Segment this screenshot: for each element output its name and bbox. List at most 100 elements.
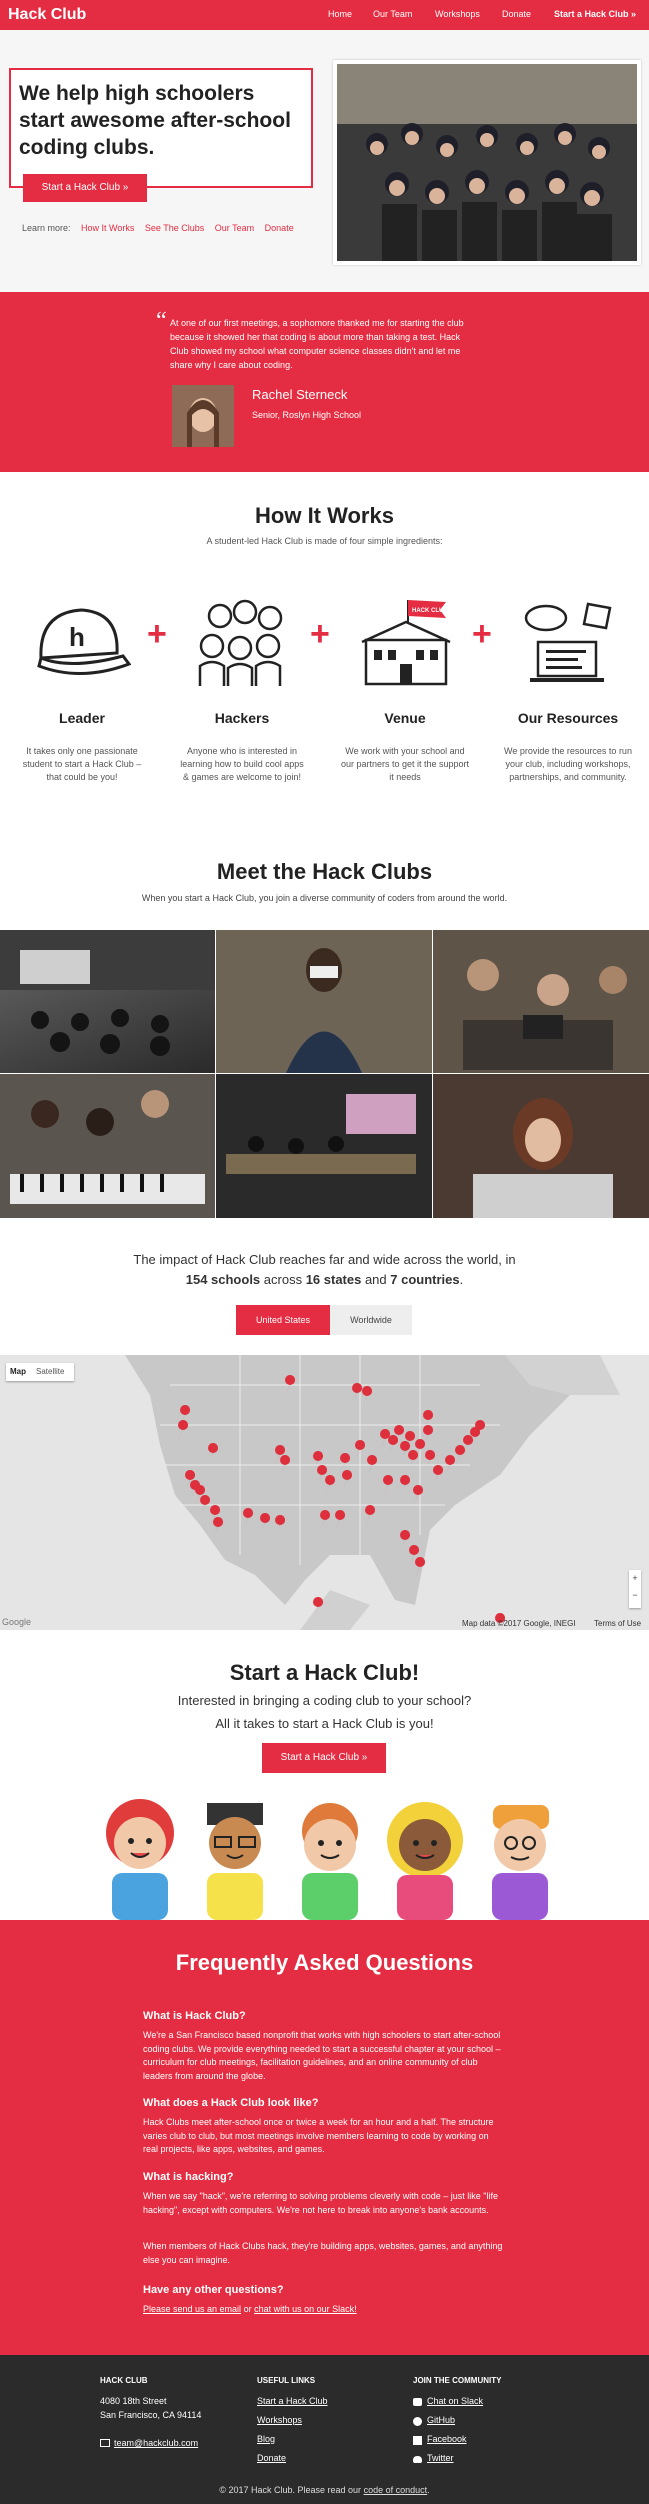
meet-clubs-subtitle: When you start a Hack Club, you join a d… [141,893,508,903]
start-club-line1: Interested in bringing a coding club to … [177,1693,472,1708]
map-tabs: United States Worldwide [236,1305,412,1335]
impact-period: . [459,1272,464,1287]
footer-col3-title: JOIN THE COMMUNITY [413,2376,502,2385]
impact-and: and [361,1272,391,1287]
footer-address2: San Francisco, CA 94114 [100,2410,202,2420]
character-illustrations [95,1795,555,1925]
testimonial-avatar [172,385,234,447]
impact-line2: 154 schools across 16 states and 7 count… [0,1270,649,1290]
nav-link-home[interactable]: Home [328,9,352,19]
footer-link-start[interactable]: Start a Hack Club [257,2396,328,2406]
people-icon [190,598,290,693]
footer-link-slack[interactable]: Chat on Slack [427,2396,483,2406]
impact-text: The impact of Hack Club reaches far and … [0,1250,649,1290]
learn-link-donate[interactable]: Donate [265,223,294,233]
nav-cta-start[interactable]: Start a Hack Club » [554,9,636,19]
laptop-icon [518,598,618,693]
slack-link[interactable]: chat with us on our Slack! [254,2304,357,2314]
nav-link-workshops[interactable]: Workshops [435,9,480,19]
tab-united-states[interactable]: United States [236,1305,330,1335]
how-it-works-subtitle: A student-led Hack Club is made of four … [206,536,443,546]
ingredient-resources-desc: We provide the resources to run your clu… [504,746,632,782]
learn-link-clubs[interactable]: See The Clubs [145,223,204,233]
quote-mark-icon: “ [156,308,167,334]
svg-text:h: h [69,622,85,652]
map-terms-link[interactable]: Terms of Use [594,1619,641,1628]
meet-clubs-title: Meet the Hack Clubs [216,859,433,884]
faq-question: What does a Hack Club look like? [143,2097,319,2109]
start-club-button[interactable]: Start a Hack Club » [262,1743,386,1773]
footer-col2-title: USEFUL LINKS [257,2376,316,2385]
ingredient-hackers-title: Hackers [214,710,270,726]
testimonial-quote: At one of our first meetings, a sophomor… [170,318,464,370]
learn-link-how[interactable]: How It Works [81,223,134,233]
ingredient-leader-desc: It takes only one passionate student to … [22,746,142,782]
faq-question: What is Hack Club? [143,2010,246,2022]
faq-question: What is hacking? [143,2171,234,2183]
impact-countries: 7 countries [390,1272,460,1287]
footer-link-workshops[interactable]: Workshops [257,2415,302,2425]
faq-title: Frequently Asked Questions [175,1950,474,1975]
zoom-in-button[interactable]: + [629,1570,641,1587]
ingredient-hackers-desc: Anyone who is interested in learning how… [180,746,304,782]
copyright-period: . [427,2485,430,2495]
footer-address1: 4080 18th Street [100,2396,167,2406]
google-logo: Google [2,1617,32,1627]
learn-more-label: Learn more: [22,223,71,233]
hero-start-button[interactable]: Start a Hack Club » [23,174,147,202]
cap-icon: h [31,598,132,693]
zoom-out-button[interactable]: − [629,1587,641,1604]
tab-worldwide[interactable]: Worldwide [330,1305,412,1335]
email-link[interactable]: Please send us an email [143,2304,241,2314]
start-club-line2: All it takes to start a Hack Club is you… [215,1716,434,1731]
copyright-text: © 2017 Hack Club. Please read our [219,2485,362,2495]
club-photo [0,930,215,1073]
twitter-icon [413,2456,422,2463]
faq-answer: We're a San Francisco based nonprofit th… [143,2030,501,2081]
slack-icon [413,2398,422,2406]
facebook-icon [413,2436,422,2445]
logo[interactable]: Hack Club [8,6,86,24]
ingredient-venue-title: Venue [384,710,426,726]
mail-icon [100,2439,110,2447]
nav-link-our-team[interactable]: Our Team [373,9,412,19]
map-zoom-control: + − [629,1570,641,1608]
ingredient-resources-title: Our Resources [517,710,619,726]
learn-link-team[interactable]: Our Team [215,223,254,233]
us-map[interactable]: Map Satellite + − Google Map data ©2017 … [0,1355,649,1630]
footer-link-twitter[interactable]: Twitter [427,2453,454,2463]
plus-icon: + [310,615,330,653]
impact-schools: 154 schools [185,1272,261,1287]
footer: HACK CLUB 4080 18th Street San Francisco… [0,2355,649,2504]
nav-link-donate[interactable]: Donate [502,9,531,19]
testimonial-name: Rachel Sterneck [252,387,348,402]
footer-link-facebook[interactable]: Facebook [427,2434,467,2444]
faq-section: Frequently Asked Questions What is Hack … [0,1920,649,2355]
faq-answer: When members of Hack Clubs hack, they're… [143,2241,503,2265]
map-type-map[interactable]: Map [10,1367,26,1376]
code-of-conduct-link[interactable]: code of conduct [364,2485,428,2495]
map-attribution: Map data ©2017 Google, INEGI [462,1619,576,1628]
faq-answer: Hack Clubs meet after-school once or twi… [143,2117,494,2154]
github-icon [413,2417,422,2426]
ingredient-venue-desc: We work with your school and our partner… [340,746,470,782]
impact-line1: The impact of Hack Club reaches far and … [133,1252,516,1267]
footer-link-github[interactable]: GitHub [427,2415,455,2425]
ingredient-leader-title: Leader [59,710,105,726]
top-nav: Hack Club Home Our Team Workshops Donate… [0,0,649,30]
school-icon: HACK CLUB [356,598,456,693]
faq-or: or [241,2304,255,2314]
start-club-title: Start a Hack Club! [229,1660,420,1685]
plus-icon: + [472,615,492,653]
page: Hack Club Home Our Team Workshops Donate… [0,0,649,2504]
faq-question: Have any other questions? [143,2284,284,2296]
footer-link-donate[interactable]: Donate [257,2453,286,2463]
testimonial-role: Senior, Roslyn High School [252,410,362,420]
club-photo [433,1074,649,1218]
map-type-control: Map Satellite [6,1363,74,1381]
footer-link-blog[interactable]: Blog [257,2434,275,2444]
impact-across: across [260,1272,306,1287]
map-type-satellite[interactable]: Satellite [36,1367,64,1376]
footer-email-link[interactable]: team@hackclub.com [114,2438,198,2448]
impact-states: 16 states [305,1272,362,1287]
